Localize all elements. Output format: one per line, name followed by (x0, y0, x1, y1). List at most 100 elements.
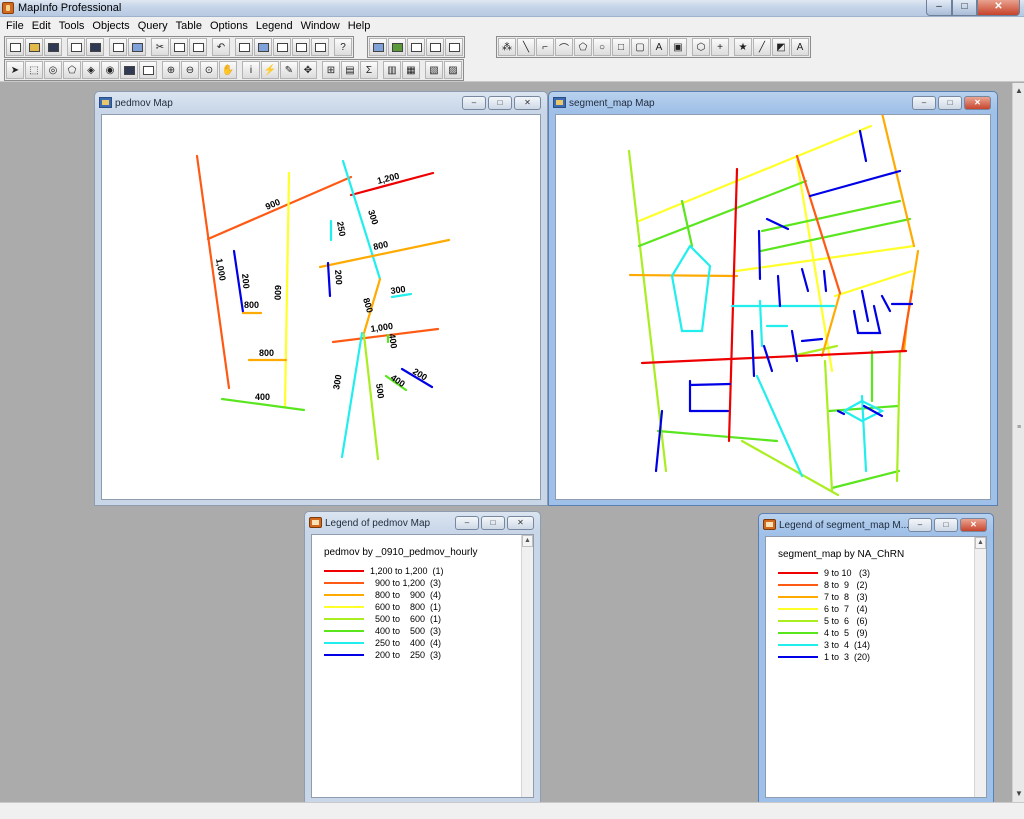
segment-map-window[interactable]: segment_map Map – □ ✕ (548, 91, 998, 506)
scroll-up-arrow-icon[interactable]: ▲ (975, 537, 986, 549)
road-segment[interactable] (830, 469, 901, 490)
pedmov-legend-window[interactable]: Legend of pedmov Map – □ ✕ pedmov by _09… (304, 511, 541, 804)
save-workspace-icon[interactable] (86, 38, 104, 56)
new-redistrict-icon[interactable] (311, 38, 329, 56)
menu-tools[interactable]: Tools (55, 17, 89, 34)
cut-icon[interactable]: ✂ (151, 38, 169, 56)
select-arrow-icon[interactable]: ➤ (6, 61, 24, 79)
polygon-tool-icon[interactable]: ⬠ (574, 38, 592, 56)
road-segment[interactable] (776, 274, 782, 308)
invert-selection-icon[interactable] (120, 61, 138, 79)
polyline-tool-icon[interactable]: ⌐ (536, 38, 554, 56)
new-layout-icon[interactable] (292, 38, 310, 56)
segment-map-canvas[interactable] (555, 114, 991, 500)
ruler-icon[interactable]: ⊞ (322, 61, 340, 79)
new-table-icon[interactable] (6, 38, 24, 56)
menu-file[interactable]: File (2, 17, 28, 34)
zoom-out-icon[interactable]: ⊖ (181, 61, 199, 79)
road-segment[interactable] (881, 115, 916, 248)
pedmov-legend-minimize-button[interactable]: – (455, 516, 479, 530)
thematic-map-icon[interactable] (388, 38, 406, 56)
menu-table[interactable]: Table (172, 17, 206, 34)
line-style-icon[interactable]: ╱ (753, 38, 771, 56)
boundary-select-icon[interactable]: ◈ (82, 61, 100, 79)
scroll-up-arrow-icon[interactable]: ▲ (1014, 85, 1024, 97)
show-legend-icon[interactable]: ▤ (341, 61, 359, 79)
road-segment[interactable] (860, 289, 870, 323)
segment-legend-window[interactable]: Legend of segment_map M... – □ ✕ segment… (758, 513, 994, 804)
pedmov-map-canvas[interactable]: 1,200 900 1,000 250 300 800 200 200 600 … (101, 114, 541, 500)
road-segment[interactable] (637, 124, 873, 223)
legend-icon[interactable] (445, 38, 463, 56)
polygon-select-icon[interactable]: ⬠ (63, 61, 81, 79)
copy-icon[interactable] (170, 38, 188, 56)
road-segment[interactable] (637, 179, 808, 248)
street-segment[interactable] (340, 331, 364, 459)
new-grapher-icon[interactable] (273, 38, 291, 56)
new-browser-icon[interactable] (235, 38, 253, 56)
statistics-icon[interactable] (407, 38, 425, 56)
label-tool-icon[interactable]: ✎ (280, 61, 298, 79)
street-segment[interactable] (206, 175, 353, 241)
arc-tool-icon[interactable]: ⌒ (555, 38, 573, 56)
minimize-button[interactable]: – (926, 0, 952, 16)
menu-query[interactable]: Query (134, 17, 172, 34)
road-segment[interactable] (656, 429, 779, 443)
pedmov-map-close-button[interactable]: ✕ (514, 96, 541, 110)
pedmov-map-minimize-button[interactable]: – (462, 96, 486, 110)
save-icon[interactable] (67, 38, 85, 56)
road-segment[interactable] (688, 382, 732, 387)
open-icon[interactable] (25, 38, 43, 56)
road-segment[interactable] (823, 359, 834, 493)
road-segment[interactable] (800, 337, 824, 343)
marquee-select-icon[interactable]: ⬚ (25, 61, 43, 79)
segment-legend-scrollbar[interactable]: ▲ (974, 537, 986, 797)
road-segment[interactable] (670, 244, 712, 333)
ellipse-tool-icon[interactable]: ○ (593, 38, 611, 56)
rectangle-tool-icon[interactable]: □ (612, 38, 630, 56)
menu-help[interactable]: Help (344, 17, 375, 34)
grabber-hand-icon[interactable]: ✋ (219, 61, 237, 79)
menu-window[interactable]: Window (297, 17, 344, 34)
workspace-scrollbar[interactable]: ▲ ≡ ▼ (1012, 83, 1024, 802)
menu-edit[interactable]: Edit (28, 17, 55, 34)
clear-target-icon[interactable]: ▦ (402, 61, 420, 79)
text-tool-icon[interactable]: A (650, 38, 668, 56)
road-segment[interactable] (858, 129, 868, 163)
line-tool-icon[interactable]: ╲ (517, 38, 535, 56)
graph-select-icon[interactable] (139, 61, 157, 79)
road-segment[interactable] (895, 349, 902, 483)
road-segment[interactable] (758, 299, 764, 348)
road-segment[interactable] (628, 273, 739, 278)
road-segment[interactable] (880, 294, 892, 313)
menu-options[interactable]: Options (206, 17, 252, 34)
zoom-in-icon[interactable]: ⊕ (162, 61, 180, 79)
chart-icon[interactable] (426, 38, 444, 56)
street-segment[interactable] (283, 171, 291, 409)
paste-icon[interactable] (189, 38, 207, 56)
scroll-up-arrow-icon[interactable]: ▲ (522, 535, 533, 547)
road-segment[interactable] (750, 329, 756, 378)
pedmov-map-maximize-button[interactable]: □ (488, 96, 512, 110)
clip-region-icon[interactable]: ▧ (425, 61, 443, 79)
hotlink-icon[interactable]: ⚡ (261, 61, 279, 79)
pedmov-legend-scrollbar[interactable]: ▲ (521, 535, 533, 797)
road-segment[interactable] (808, 169, 902, 198)
road-segment[interactable] (759, 217, 912, 253)
reshape-icon[interactable]: ⬡ (692, 38, 710, 56)
radius-select-icon[interactable]: ◎ (44, 61, 62, 79)
open-workspace-icon[interactable] (44, 38, 62, 56)
print-preview-icon[interactable] (109, 38, 127, 56)
road-segment[interactable] (640, 349, 908, 365)
pedmov-legend-maximize-button[interactable]: □ (481, 516, 505, 530)
text-style-icon[interactable]: A (791, 38, 809, 56)
change-view-icon[interactable]: ⊙ (200, 61, 218, 79)
close-button[interactable]: ✕ (977, 0, 1020, 16)
layer-control-icon[interactable] (369, 38, 387, 56)
maximize-button[interactable]: □ (952, 0, 977, 16)
segment-legend-minimize-button[interactable]: – (908, 518, 932, 532)
menu-objects[interactable]: Objects (88, 17, 133, 34)
segment-legend-maximize-button[interactable]: □ (934, 518, 958, 532)
segment-map-minimize-button[interactable]: – (912, 96, 936, 110)
statistics-sum-icon[interactable]: Σ (360, 61, 378, 79)
